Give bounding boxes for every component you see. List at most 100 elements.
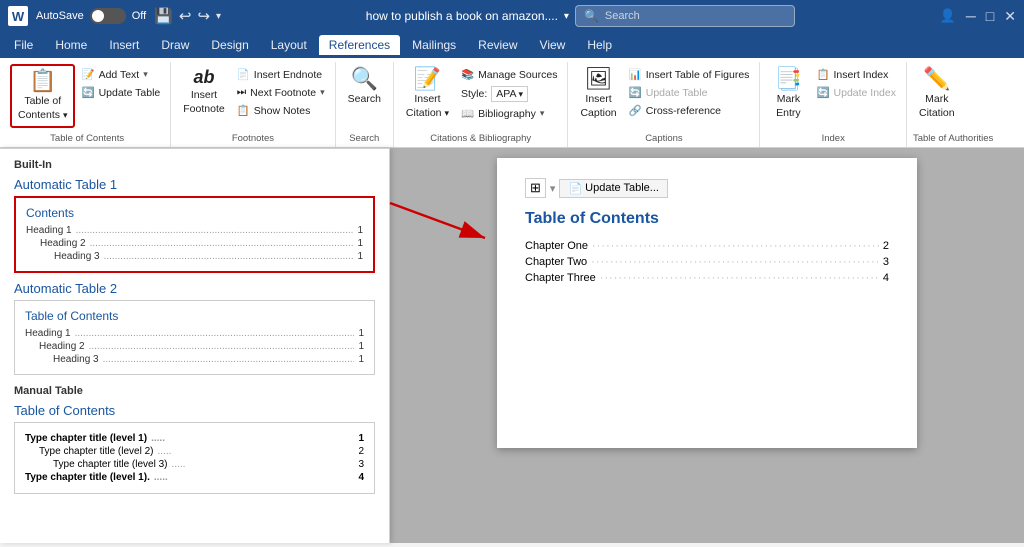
auto-table-2-preview[interactable]: Table of Contents Heading 1 ............… [14,300,375,375]
menu-item-draw[interactable]: Draw [151,35,199,55]
toggle-knob [92,10,104,22]
chapter-three-dots: ········································… [600,272,879,284]
footnotes-group-label: Footnotes [177,131,328,147]
add-text-arrow: ▾ [143,69,148,80]
insert-caption-button[interactable]: 🖼 InsertCaption [574,64,622,124]
toc-sub-buttons: 📝 Add Text ▾ 🔄 Update Table [77,64,164,101]
show-notes-button[interactable]: 📋 Show Notes [233,102,329,119]
dropdown-icon[interactable]: ▾ [216,11,221,22]
citations-group-content: 📝 InsertCitation ▾ 📚 Manage Sources Styl… [400,64,562,131]
search-ribbon-label: Search [348,93,381,107]
style-combo[interactable]: Style: APA ▾ [457,84,561,104]
update-caption-icon: 🔄 [629,86,642,99]
update-index-icon: 🔄 [816,86,829,99]
menu-item-review[interactable]: Review [468,35,527,55]
cross-ref-icon: 🔗 [629,104,642,117]
autosave-area: AutoSave Off [36,8,146,24]
manage-sources-button[interactable]: 📚 Manage Sources [457,66,561,83]
style-label: Style: [461,88,487,100]
auto-table-1-preview[interactable]: Contents Heading 1 .....................… [14,196,375,273]
autosave-state: Off [132,10,146,22]
add-text-button[interactable]: 📝 Add Text ▾ [77,66,164,83]
main-area: Built-In Automatic Table 1 Contents Head… [0,148,1024,543]
search-ribbon-icon: 🔍 [351,68,378,90]
doc-toc-row-0: Chapter One ····························… [525,238,889,254]
footnote-label: InsertFootnote [183,89,224,116]
menu-item-layout[interactable]: Layout [261,35,317,55]
bibliography-button[interactable]: 📖 Bibliography ▾ [457,105,561,122]
citations-group-label: Citations & Bibliography [400,131,562,147]
auto-table-1-heading: Contents [26,206,363,220]
share-icon[interactable]: 👤 [940,8,956,24]
search-button[interactable]: 🔍 Search [342,64,387,111]
toc-group-content: 📋 Table ofContents ▾ 📝 Add Text ▾ 🔄 Upda… [10,64,164,131]
save-icon[interactable]: 💾 [154,7,173,25]
insert-table-figures-button[interactable]: 📊 Insert Table of Figures [625,66,754,83]
undo-icon[interactable]: ↩ [179,7,192,25]
menu-item-file[interactable]: File [4,35,43,55]
cross-reference-button[interactable]: 🔗 Cross-reference [625,102,754,119]
update-table-button[interactable]: 🔄 Update Table [77,84,164,101]
auto-table-2-title: Automatic Table 2 [14,281,375,296]
auto-table-1-row-1: Heading 2 ..............................… [26,237,363,250]
table-figures-icon: 📊 [629,68,642,81]
insert-footnote-button[interactable]: ab InsertFootnote [177,64,230,120]
title-search-bar[interactable]: 🔍 Search [575,5,795,27]
menu-item-view[interactable]: View [530,35,576,55]
next-footnote-icon: ⏭ [237,86,246,99]
close-icon[interactable]: ✕ [1004,8,1016,25]
doc-toc-title: Table of Contents [525,210,889,228]
minimize-icon[interactable]: ─ [966,8,976,24]
toc-group-label: Table of Contents [10,131,164,147]
doc-area: ⊞ ▾ 📄 Update Table... Table of Contents … [390,148,1024,543]
menu-item-references[interactable]: References [319,35,400,55]
menu-item-insert[interactable]: Insert [99,35,149,55]
restore-icon[interactable]: □ [986,8,994,24]
apa-style-selector[interactable]: APA ▾ [491,86,528,102]
manual-row-3: Type chapter title (level 1). ..... 4 [25,472,364,483]
doc-toc-row-2: Chapter Three ··························… [525,270,889,286]
ribbon-group-footnotes: ab InsertFootnote 📄 Insert Endnote ⏭ Nex… [171,62,335,147]
index-group-content: 📑 MarkEntry 📋 Insert Index 🔄 Update Inde… [766,64,900,131]
next-footnote-button[interactable]: ⏭ Next Footnote ▾ [233,84,329,101]
footnote-icon: ab [193,68,214,86]
insert-endnote-button[interactable]: 📄 Insert Endnote [233,66,329,83]
autosave-toggle[interactable] [90,8,126,24]
manual-table-preview[interactable]: Type chapter title (level 1) ..... 1 Typ… [14,422,375,494]
apa-dropdown-arrow: ▾ [518,89,523,100]
redo-icon[interactable]: ↪ [197,7,210,25]
search-group-content: 🔍 Search [342,64,387,131]
table-of-contents-button[interactable]: 📋 Table ofContents ▾ [10,64,75,128]
citation-icon: 📝 [414,68,441,90]
index-group-label: Index [766,131,900,147]
ribbon-group-toc: 📋 Table ofContents ▾ 📝 Add Text ▾ 🔄 Upda… [4,62,171,147]
mark-citation-group-label: Table of Authorities [913,131,993,147]
menu-item-design[interactable]: Design [201,35,258,55]
mark-citation-button[interactable]: ✏️ MarkCitation [913,64,961,124]
menu-item-home[interactable]: Home [45,35,97,55]
bibliography-arrow: ▾ [540,108,545,119]
menu-bar: File Home Insert Draw Design Layout Refe… [0,32,1024,58]
mark-entry-label: MarkEntry [776,93,801,120]
mark-citation-label: MarkCitation [919,93,955,120]
update-caption-table-button[interactable]: 🔄 Update Table [625,84,754,101]
manual-row-0: Type chapter title (level 1) ..... 1 [25,433,364,444]
auto-table-1-title: Automatic Table 1 [14,177,375,192]
auto-table-1-row-2: Heading 3 ..............................… [26,250,363,263]
chapter-two-dots: ········································… [591,256,879,268]
update-index-button[interactable]: 🔄 Update Index [812,84,900,101]
search-placeholder: Search [605,10,640,22]
manual-table-title: Table of Contents [14,403,375,418]
insert-index-button[interactable]: 📋 Insert Index [812,66,900,83]
menu-item-help[interactable]: Help [577,35,622,55]
auto-table-2-section: Automatic Table 2 Table of Contents Head… [14,281,375,375]
menu-item-mailings[interactable]: Mailings [402,35,466,55]
insert-citation-button[interactable]: 📝 InsertCitation ▾ [400,64,455,124]
caption-label: InsertCaption [580,93,616,120]
title-dropdown-icon[interactable]: ▾ [564,11,569,22]
chapter-two-text: Chapter Two [525,256,587,268]
update-table-button[interactable]: 📄 Update Table... [559,179,668,198]
mark-entry-button[interactable]: 📑 MarkEntry [766,64,810,124]
footnotes-sub-buttons: 📄 Insert Endnote ⏭ Next Footnote ▾ 📋 Sho… [233,64,329,119]
mark-citation-icon: ✏️ [923,68,950,90]
